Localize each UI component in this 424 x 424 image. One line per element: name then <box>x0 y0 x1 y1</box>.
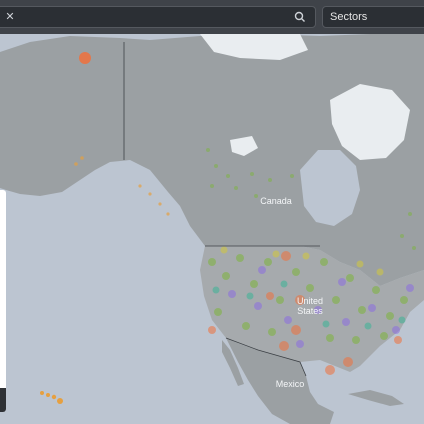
label-canada: Canada <box>260 196 292 206</box>
alaska-large-marker[interactable] <box>79 52 91 64</box>
search-icon[interactable] <box>293 10 307 24</box>
map[interactable]: Canada United States Mexico <box>0 0 424 424</box>
label-united-states-1: United <box>297 296 323 306</box>
sectors-dropdown[interactable]: Sectors <box>322 6 424 28</box>
top-bar: ✕ Sectors <box>0 0 424 34</box>
close-icon[interactable]: ✕ <box>4 10 16 24</box>
side-panel-footer[interactable] <box>0 388 6 412</box>
search-box[interactable]: ✕ <box>0 6 316 28</box>
label-united-states-2: States <box>297 306 323 316</box>
search-input[interactable] <box>25 9 279 27</box>
sectors-label: Sectors <box>330 11 368 23</box>
label-mexico: Mexico <box>276 379 305 389</box>
side-panel[interactable] <box>0 190 6 412</box>
